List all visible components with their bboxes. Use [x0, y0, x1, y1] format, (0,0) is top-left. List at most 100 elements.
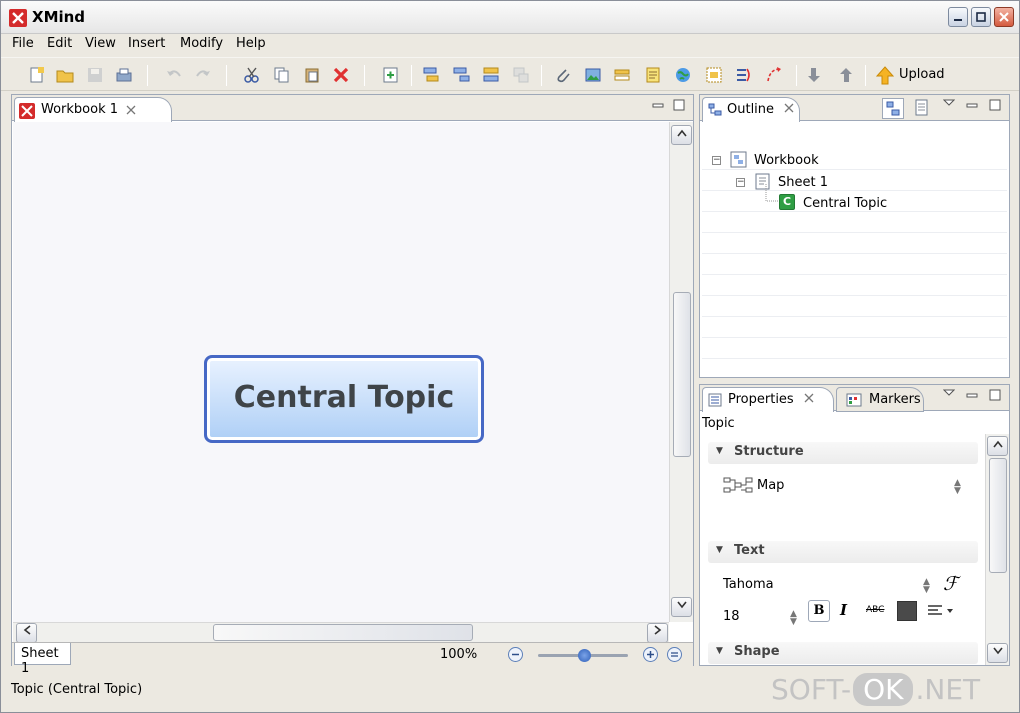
close-tab-icon[interactable] [803, 392, 815, 408]
hyperlink-button[interactable] [674, 66, 692, 84]
vertical-scroll-thumb[interactable] [673, 292, 691, 457]
insert-topic-button[interactable] [422, 66, 440, 84]
summary-button[interactable] [735, 66, 753, 84]
toolbar-separator [865, 65, 866, 86]
scroll-down-button[interactable] [671, 597, 692, 617]
copy-button[interactable] [273, 66, 291, 84]
close-tab-icon[interactable] [125, 100, 137, 120]
collapse-icon[interactable]: − [712, 156, 721, 165]
print-button[interactable] [115, 66, 133, 84]
relationship-button[interactable] [765, 66, 783, 84]
font-family-select[interactable]: Tahoma [723, 577, 774, 592]
tab-markers[interactable]: Markers [836, 387, 924, 412]
tab-outline[interactable]: Outline [702, 97, 800, 122]
minimize-panel-icon[interactable] [966, 99, 978, 111]
new-sheet-button[interactable] [382, 66, 400, 84]
drill-up-button[interactable] [837, 66, 855, 84]
text-align-icon[interactable] [927, 604, 955, 618]
new-workbook-button[interactable] [28, 66, 46, 84]
save-button[interactable] [86, 66, 104, 84]
attachment-button[interactable] [554, 66, 572, 84]
view-menu-icon[interactable] [943, 97, 955, 109]
undo-icon [167, 70, 181, 77]
close-tab-icon[interactable] [783, 102, 795, 118]
undo-button[interactable] [165, 66, 183, 84]
collapse-triangle-icon: ▼ [716, 446, 723, 456]
text-section-header[interactable]: ▼ Text [708, 541, 978, 563]
label-icon [614, 69, 630, 81]
chevron-down-icon [676, 601, 687, 609]
delete-button[interactable] [332, 66, 350, 84]
font-picker-icon[interactable]: ℱ [943, 573, 958, 595]
redo-button[interactable] [194, 66, 212, 84]
drill-down-button[interactable] [807, 66, 825, 84]
menu-modify[interactable]: Modify [180, 36, 223, 51]
structure-value[interactable]: Map [757, 478, 784, 493]
minimize-panel-icon[interactable] [652, 99, 664, 111]
topic-icon [423, 67, 439, 82]
menu-bar: File Edit View Insert Modify Help [1, 34, 1019, 56]
font-dropdown-icon[interactable]: ▲ ▼ [923, 578, 930, 595]
strikethrough-button[interactable]: ABC [866, 605, 884, 615]
image-button[interactable] [584, 66, 602, 84]
menu-help[interactable]: Help [236, 36, 266, 51]
font-size-select[interactable]: 18 [723, 609, 740, 624]
fit-map-button[interactable] [667, 647, 682, 662]
italic-button[interactable]: I [840, 601, 847, 619]
minimize-button[interactable] [948, 7, 968, 27]
boundary-button[interactable] [705, 66, 723, 84]
scroll-up-button[interactable] [987, 436, 1008, 456]
font-size-dropdown-icon[interactable]: ▲ ▼ [790, 610, 797, 627]
zoom-slider-handle[interactable] [578, 649, 591, 662]
paste-button[interactable] [303, 66, 321, 84]
insert-parent-button[interactable] [482, 66, 500, 84]
vertical-scrollbar[interactable] [669, 122, 693, 622]
structure-dropdown-icon[interactable]: ▲ ▼ [954, 479, 961, 496]
shape-section-header[interactable]: ▼ Shape [708, 642, 978, 664]
view-menu-icon[interactable] [943, 387, 955, 399]
minimize-panel-icon[interactable] [966, 389, 978, 401]
maximize-button[interactable] [971, 7, 991, 27]
scissors-icon [244, 67, 259, 83]
scroll-down-button[interactable] [987, 643, 1008, 663]
text-color-swatch[interactable] [897, 601, 917, 621]
structure-section-header[interactable]: ▼ Structure [708, 442, 978, 464]
menu-view[interactable]: View [85, 36, 116, 51]
menu-file[interactable]: File [12, 36, 34, 51]
outline-sheet-mode-button[interactable] [912, 98, 934, 119]
collapse-icon[interactable]: − [736, 178, 745, 187]
tab-workbook-1[interactable]: Workbook 1 [14, 97, 172, 122]
outline-view-mode-button[interactable] [882, 98, 904, 119]
scroll-right-button[interactable] [647, 623, 668, 643]
horizontal-scroll-thumb[interactable] [213, 624, 473, 641]
bold-button[interactable]: B [808, 600, 830, 622]
toolbar-separator [796, 65, 797, 86]
open-button[interactable] [56, 66, 74, 84]
close-window-button[interactable] [994, 7, 1014, 27]
scroll-up-button[interactable] [671, 125, 692, 145]
map-canvas[interactable]: Central Topic [13, 122, 669, 622]
properties-scrollbar[interactable] [985, 434, 1009, 665]
sheet-tab-1[interactable]: Sheet 1 [14, 643, 71, 676]
insert-subtopic-button[interactable] [452, 66, 470, 84]
tree-connector [765, 184, 778, 202]
toolbar: Upload [1, 57, 1019, 91]
horizontal-scrollbar[interactable] [13, 622, 669, 643]
menu-edit[interactable]: Edit [47, 36, 72, 51]
menu-insert[interactable]: Insert [128, 36, 165, 51]
scroll-left-button[interactable] [16, 623, 37, 643]
central-topic[interactable]: Central Topic [204, 355, 484, 443]
notes-button[interactable] [644, 66, 662, 84]
zoom-out-button[interactable] [508, 647, 523, 662]
properties-scroll-thumb[interactable] [989, 458, 1007, 573]
floating-topic-button[interactable] [512, 66, 530, 84]
label-button[interactable] [613, 66, 631, 84]
maximize-panel-icon[interactable] [989, 389, 1001, 401]
chevron-down-icon [992, 647, 1003, 655]
zoom-in-button[interactable] [643, 647, 658, 662]
maximize-panel-icon[interactable] [989, 99, 1001, 111]
maximize-panel-icon[interactable] [673, 99, 685, 111]
cut-button[interactable] [243, 66, 261, 84]
parent-topic-icon [483, 67, 499, 82]
tab-properties[interactable]: Properties [702, 387, 834, 412]
